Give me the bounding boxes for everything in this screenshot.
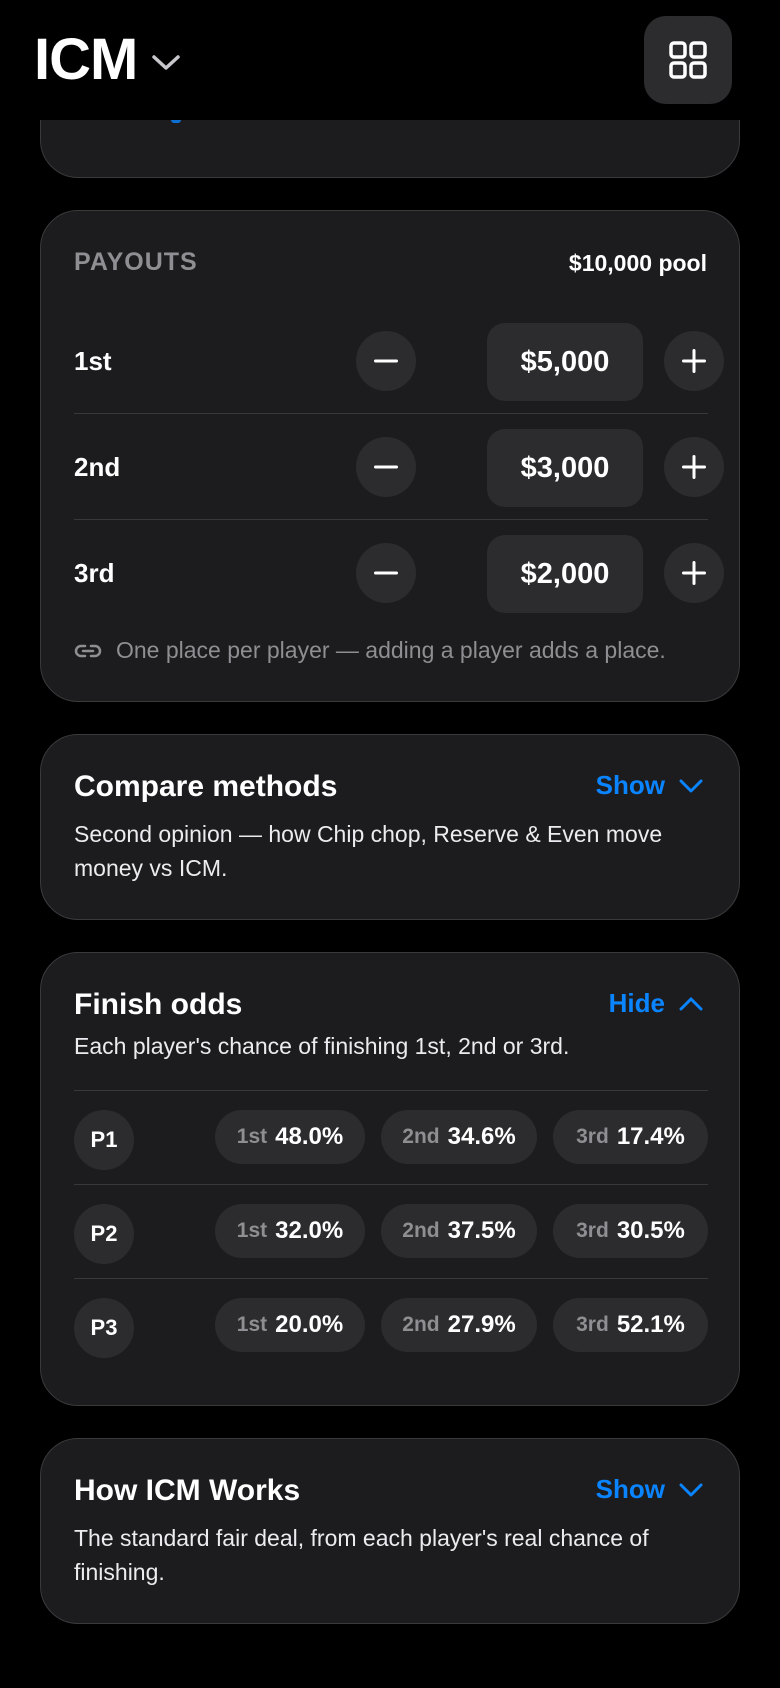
toggle-label: Show xyxy=(595,770,665,800)
odds-place: 3rd xyxy=(576,1219,609,1242)
chevron-down-icon xyxy=(679,1483,703,1496)
app-title: ICM xyxy=(34,27,138,92)
odds-pill: 3rd 52.1% xyxy=(553,1298,708,1352)
payout-place: 1st xyxy=(74,346,112,376)
decrease-payout-button[interactable] xyxy=(356,437,416,497)
payout-place: 3rd xyxy=(74,558,115,588)
plus-icon xyxy=(682,349,706,373)
player-odds-row: P3 1st 20.0% 2nd 27.9% 3rd 52.1% xyxy=(74,1278,708,1372)
odds-place: 2nd xyxy=(402,1219,440,1242)
player-badge: P1 xyxy=(74,1110,134,1170)
increase-payout-button[interactable] xyxy=(664,437,724,497)
odds-value: 27.9% xyxy=(447,1311,516,1338)
toggle-label: Show xyxy=(595,1474,665,1504)
payouts-note: One place per player — adding a player a… xyxy=(74,637,666,664)
payout-amount-field[interactable]: $3,000 xyxy=(487,429,643,507)
minus-icon xyxy=(374,571,398,575)
payout-place: 2nd xyxy=(74,452,121,482)
compare-methods-description: Second opinion — how Chip chop, Reserve … xyxy=(74,821,663,881)
player-badge: P3 xyxy=(74,1298,134,1358)
odds-pill: 2nd 34.6% xyxy=(381,1110,537,1164)
chevron-up-icon xyxy=(679,997,703,1010)
odds-place: 2nd xyxy=(402,1313,440,1336)
odds-pill: 1st 32.0% xyxy=(215,1204,365,1258)
payout-amount-field[interactable]: $2,000 xyxy=(487,535,643,613)
prize-pool-total: $10,000 pool xyxy=(568,250,707,276)
payouts-card: PAYOUTS $10,000 pool 1st $5,000 2nd $3,0… xyxy=(40,210,740,702)
compare-methods-card: Compare methods Show Second opinion — ho… xyxy=(40,734,740,920)
odds-value: 34.6% xyxy=(447,1123,516,1150)
odds-value: 30.5% xyxy=(616,1217,685,1244)
minus-icon xyxy=(374,359,398,363)
how-icm-works-toggle[interactable]: Show xyxy=(596,1474,703,1505)
odds-value: 37.5% xyxy=(447,1217,516,1244)
top-bar: ICM xyxy=(0,0,780,120)
payout-row: 1st $5,000 xyxy=(74,308,724,414)
plus-icon xyxy=(682,455,706,479)
odds-value: 32.0% xyxy=(275,1217,344,1244)
finish-odds-title: Finish odds xyxy=(74,988,243,1021)
finish-odds-toggle[interactable]: Hide xyxy=(609,988,703,1019)
payout-row: 2nd $3,000 xyxy=(74,414,724,520)
how-icm-works-card: How ICM Works Show The standard fair dea… xyxy=(40,1438,740,1624)
compare-methods-toggle[interactable]: Show xyxy=(596,770,703,801)
odds-place: 3rd xyxy=(576,1313,609,1336)
odds-place: 1st xyxy=(236,1313,268,1336)
decrease-payout-button[interactable] xyxy=(356,543,416,603)
odds-place: 3rd xyxy=(576,1125,609,1148)
odds-pill: 1st 48.0% xyxy=(215,1110,365,1164)
plus-icon xyxy=(682,561,706,585)
odds-pill: 1st 20.0% xyxy=(215,1298,365,1352)
payout-amount-field[interactable]: $5,000 xyxy=(487,323,643,401)
odds-pill: 3rd 17.4% xyxy=(553,1110,708,1164)
odds-pill: 2nd 27.9% xyxy=(381,1298,537,1352)
toggle-label: Hide xyxy=(608,988,665,1018)
odds-value: 52.1% xyxy=(616,1311,685,1338)
payout-row: 3rd $2,000 xyxy=(74,520,724,626)
link-icon xyxy=(74,644,102,657)
decrease-payout-button[interactable] xyxy=(356,331,416,391)
how-icm-works-description: The standard fair deal, from each player… xyxy=(74,1525,649,1585)
finish-odds-card: Finish odds Hide Each player's chance of… xyxy=(40,952,740,1406)
odds-place: 1st xyxy=(236,1219,268,1242)
increase-payout-button[interactable] xyxy=(664,331,724,391)
chevron-down-icon xyxy=(152,55,181,70)
odds-place: 1st xyxy=(236,1125,268,1148)
finish-odds-description: Each player's chance of finishing 1st, 2… xyxy=(74,1033,570,1059)
odds-place: 2nd xyxy=(402,1125,440,1148)
grid-icon xyxy=(669,41,707,79)
payouts-label: PAYOUTS xyxy=(74,248,198,276)
how-icm-works-title: How ICM Works xyxy=(74,1474,301,1507)
odds-value: 17.4% xyxy=(616,1123,685,1150)
compare-methods-title: Compare methods xyxy=(74,770,338,803)
odds-value: 48.0% xyxy=(275,1123,344,1150)
player-odds-row: P2 1st 32.0% 2nd 37.5% 3rd 30.5% xyxy=(74,1184,708,1278)
minus-icon xyxy=(374,465,398,469)
odds-pill: 3rd 30.5% xyxy=(553,1204,708,1258)
player-odds-row: P1 1st 48.0% 2nd 34.6% 3rd 17.4% xyxy=(74,1090,708,1184)
apps-menu-button[interactable] xyxy=(644,16,732,104)
odds-pill: 2nd 37.5% xyxy=(381,1204,537,1258)
payouts-note-text: One place per player — adding a player a… xyxy=(116,637,666,663)
increase-payout-button[interactable] xyxy=(664,543,724,603)
player-badge: P2 xyxy=(74,1204,134,1264)
calculator-selector[interactable]: ICM xyxy=(34,26,181,94)
chevron-down-icon xyxy=(679,779,703,792)
odds-value: 20.0% xyxy=(275,1311,344,1338)
